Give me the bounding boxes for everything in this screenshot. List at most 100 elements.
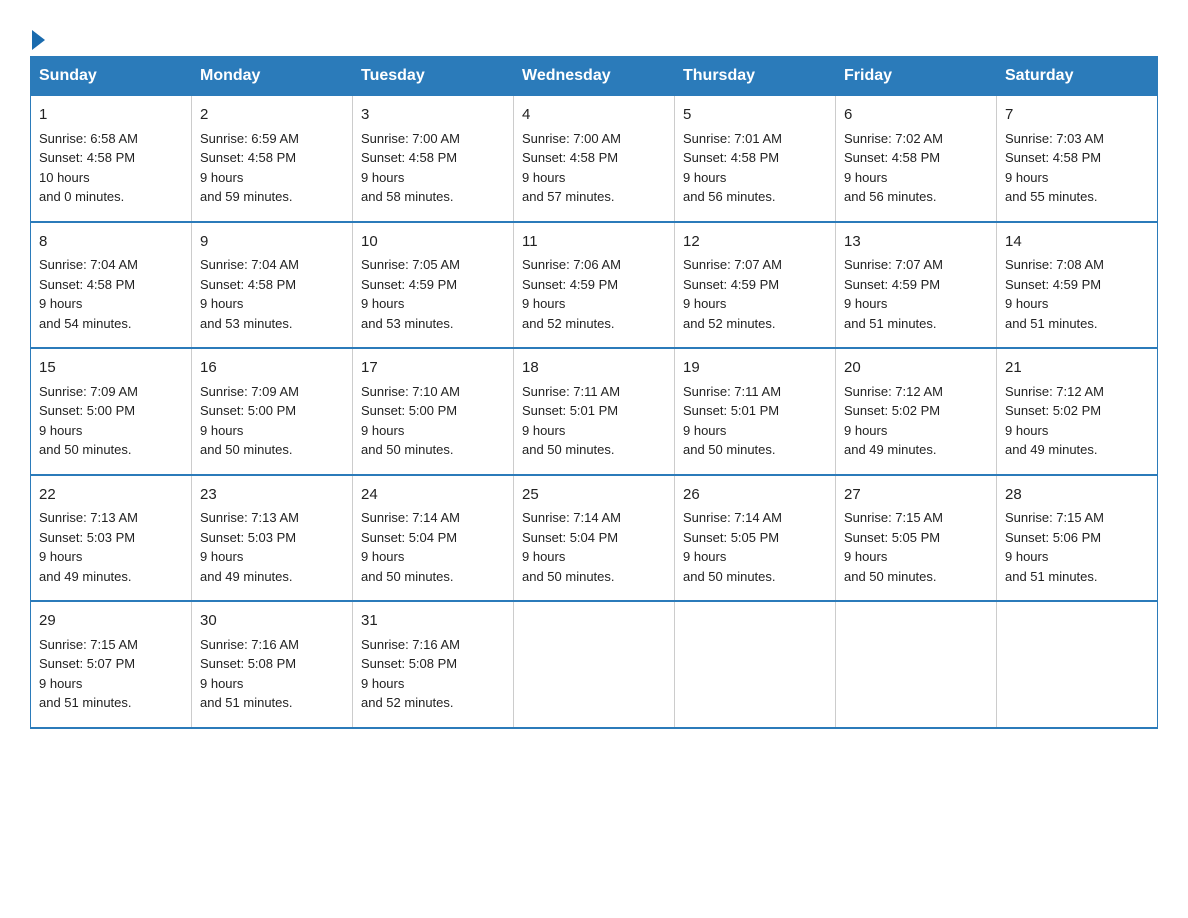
calendar-cell: 19Sunrise: 7:11 AMSunset: 5:01 PM9 hours… — [675, 348, 836, 475]
weekday-header-tuesday: Tuesday — [353, 57, 514, 96]
day-info: Sunrise: 7:16 AMSunset: 5:08 PM9 hoursan… — [200, 635, 344, 713]
day-info: Sunrise: 7:07 AMSunset: 4:59 PM9 hoursan… — [683, 255, 827, 333]
day-info: Sunrise: 7:00 AMSunset: 4:58 PM9 hoursan… — [361, 129, 505, 207]
day-info: Sunrise: 7:13 AMSunset: 5:03 PM9 hoursan… — [200, 508, 344, 586]
day-number: 6 — [844, 104, 988, 127]
day-info: Sunrise: 7:14 AMSunset: 5:05 PM9 hoursan… — [683, 508, 827, 586]
day-info: Sunrise: 7:00 AMSunset: 4:58 PM9 hoursan… — [522, 129, 666, 207]
calendar-header: SundayMondayTuesdayWednesdayThursdayFrid… — [31, 57, 1158, 96]
calendar-cell: 23Sunrise: 7:13 AMSunset: 5:03 PM9 hours… — [192, 475, 353, 602]
day-number: 17 — [361, 357, 505, 380]
calendar-week-3: 15Sunrise: 7:09 AMSunset: 5:00 PM9 hours… — [31, 348, 1158, 475]
day-number: 12 — [683, 231, 827, 254]
day-info: Sunrise: 7:10 AMSunset: 5:00 PM9 hoursan… — [361, 382, 505, 460]
day-number: 23 — [200, 484, 344, 507]
calendar-cell: 14Sunrise: 7:08 AMSunset: 4:59 PM9 hours… — [997, 222, 1158, 349]
calendar-cell — [836, 601, 997, 728]
weekday-header-saturday: Saturday — [997, 57, 1158, 96]
day-info: Sunrise: 7:11 AMSunset: 5:01 PM9 hoursan… — [683, 382, 827, 460]
day-info: Sunrise: 7:04 AMSunset: 4:58 PM9 hoursan… — [39, 255, 183, 333]
day-number: 28 — [1005, 484, 1149, 507]
day-number: 2 — [200, 104, 344, 127]
calendar-cell — [997, 601, 1158, 728]
calendar-cell: 31Sunrise: 7:16 AMSunset: 5:08 PM9 hours… — [353, 601, 514, 728]
logo — [30, 20, 47, 46]
calendar-week-2: 8Sunrise: 7:04 AMSunset: 4:58 PM9 hoursa… — [31, 222, 1158, 349]
calendar-cell: 29Sunrise: 7:15 AMSunset: 5:07 PM9 hours… — [31, 601, 192, 728]
day-number: 22 — [39, 484, 183, 507]
day-number: 31 — [361, 610, 505, 633]
calendar-cell — [514, 601, 675, 728]
weekday-header-sunday: Sunday — [31, 57, 192, 96]
day-number: 8 — [39, 231, 183, 254]
day-number: 18 — [522, 357, 666, 380]
day-number: 19 — [683, 357, 827, 380]
calendar-cell: 10Sunrise: 7:05 AMSunset: 4:59 PM9 hours… — [353, 222, 514, 349]
day-info: Sunrise: 6:58 AMSunset: 4:58 PM10 hoursa… — [39, 129, 183, 207]
calendar-cell — [675, 601, 836, 728]
calendar-cell: 3Sunrise: 7:00 AMSunset: 4:58 PM9 hoursa… — [353, 96, 514, 222]
calendar-cell: 22Sunrise: 7:13 AMSunset: 5:03 PM9 hours… — [31, 475, 192, 602]
calendar-cell: 30Sunrise: 7:16 AMSunset: 5:08 PM9 hours… — [192, 601, 353, 728]
day-info: Sunrise: 7:12 AMSunset: 5:02 PM9 hoursan… — [1005, 382, 1149, 460]
day-info: Sunrise: 7:14 AMSunset: 5:04 PM9 hoursan… — [361, 508, 505, 586]
calendar-cell: 16Sunrise: 7:09 AMSunset: 5:00 PM9 hours… — [192, 348, 353, 475]
calendar-cell: 8Sunrise: 7:04 AMSunset: 4:58 PM9 hoursa… — [31, 222, 192, 349]
day-info: Sunrise: 7:14 AMSunset: 5:04 PM9 hoursan… — [522, 508, 666, 586]
calendar-body: 1Sunrise: 6:58 AMSunset: 4:58 PM10 hours… — [31, 96, 1158, 728]
calendar-cell: 21Sunrise: 7:12 AMSunset: 5:02 PM9 hours… — [997, 348, 1158, 475]
day-number: 9 — [200, 231, 344, 254]
day-number: 16 — [200, 357, 344, 380]
calendar-cell: 27Sunrise: 7:15 AMSunset: 5:05 PM9 hours… — [836, 475, 997, 602]
calendar-cell: 15Sunrise: 7:09 AMSunset: 5:00 PM9 hours… — [31, 348, 192, 475]
calendar-cell: 6Sunrise: 7:02 AMSunset: 4:58 PM9 hoursa… — [836, 96, 997, 222]
calendar-cell: 1Sunrise: 6:58 AMSunset: 4:58 PM10 hours… — [31, 96, 192, 222]
day-info: Sunrise: 7:07 AMSunset: 4:59 PM9 hoursan… — [844, 255, 988, 333]
calendar-cell: 20Sunrise: 7:12 AMSunset: 5:02 PM9 hours… — [836, 348, 997, 475]
day-info: Sunrise: 7:13 AMSunset: 5:03 PM9 hoursan… — [39, 508, 183, 586]
day-number: 10 — [361, 231, 505, 254]
day-info: Sunrise: 7:11 AMSunset: 5:01 PM9 hoursan… — [522, 382, 666, 460]
calendar-week-5: 29Sunrise: 7:15 AMSunset: 5:07 PM9 hours… — [31, 601, 1158, 728]
day-number: 1 — [39, 104, 183, 127]
page-header — [30, 20, 1158, 46]
day-number: 29 — [39, 610, 183, 633]
day-info: Sunrise: 7:08 AMSunset: 4:59 PM9 hoursan… — [1005, 255, 1149, 333]
calendar-cell: 4Sunrise: 7:00 AMSunset: 4:58 PM9 hoursa… — [514, 96, 675, 222]
calendar-table: SundayMondayTuesdayWednesdayThursdayFrid… — [30, 56, 1158, 729]
calendar-week-1: 1Sunrise: 6:58 AMSunset: 4:58 PM10 hours… — [31, 96, 1158, 222]
calendar-cell: 25Sunrise: 7:14 AMSunset: 5:04 PM9 hours… — [514, 475, 675, 602]
calendar-cell: 9Sunrise: 7:04 AMSunset: 4:58 PM9 hoursa… — [192, 222, 353, 349]
day-number: 13 — [844, 231, 988, 254]
calendar-cell: 26Sunrise: 7:14 AMSunset: 5:05 PM9 hours… — [675, 475, 836, 602]
calendar-cell: 18Sunrise: 7:11 AMSunset: 5:01 PM9 hours… — [514, 348, 675, 475]
day-info: Sunrise: 7:15 AMSunset: 5:07 PM9 hoursan… — [39, 635, 183, 713]
day-info: Sunrise: 7:02 AMSunset: 4:58 PM9 hoursan… — [844, 129, 988, 207]
calendar-cell: 13Sunrise: 7:07 AMSunset: 4:59 PM9 hours… — [836, 222, 997, 349]
calendar-cell: 24Sunrise: 7:14 AMSunset: 5:04 PM9 hours… — [353, 475, 514, 602]
day-info: Sunrise: 7:15 AMSunset: 5:06 PM9 hoursan… — [1005, 508, 1149, 586]
day-number: 15 — [39, 357, 183, 380]
day-number: 21 — [1005, 357, 1149, 380]
day-info: Sunrise: 7:15 AMSunset: 5:05 PM9 hoursan… — [844, 508, 988, 586]
day-info: Sunrise: 7:03 AMSunset: 4:58 PM9 hoursan… — [1005, 129, 1149, 207]
day-info: Sunrise: 6:59 AMSunset: 4:58 PM9 hoursan… — [200, 129, 344, 207]
calendar-cell: 7Sunrise: 7:03 AMSunset: 4:58 PM9 hoursa… — [997, 96, 1158, 222]
day-number: 30 — [200, 610, 344, 633]
calendar-cell: 5Sunrise: 7:01 AMSunset: 4:58 PM9 hoursa… — [675, 96, 836, 222]
calendar-cell: 12Sunrise: 7:07 AMSunset: 4:59 PM9 hours… — [675, 222, 836, 349]
day-info: Sunrise: 7:09 AMSunset: 5:00 PM9 hoursan… — [39, 382, 183, 460]
day-number: 25 — [522, 484, 666, 507]
day-info: Sunrise: 7:04 AMSunset: 4:58 PM9 hoursan… — [200, 255, 344, 333]
day-number: 3 — [361, 104, 505, 127]
day-info: Sunrise: 7:09 AMSunset: 5:00 PM9 hoursan… — [200, 382, 344, 460]
weekday-header-friday: Friday — [836, 57, 997, 96]
day-number: 24 — [361, 484, 505, 507]
calendar-week-4: 22Sunrise: 7:13 AMSunset: 5:03 PM9 hours… — [31, 475, 1158, 602]
day-info: Sunrise: 7:06 AMSunset: 4:59 PM9 hoursan… — [522, 255, 666, 333]
day-number: 14 — [1005, 231, 1149, 254]
day-number: 4 — [522, 104, 666, 127]
day-info: Sunrise: 7:12 AMSunset: 5:02 PM9 hoursan… — [844, 382, 988, 460]
weekday-header-monday: Monday — [192, 57, 353, 96]
day-number: 20 — [844, 357, 988, 380]
